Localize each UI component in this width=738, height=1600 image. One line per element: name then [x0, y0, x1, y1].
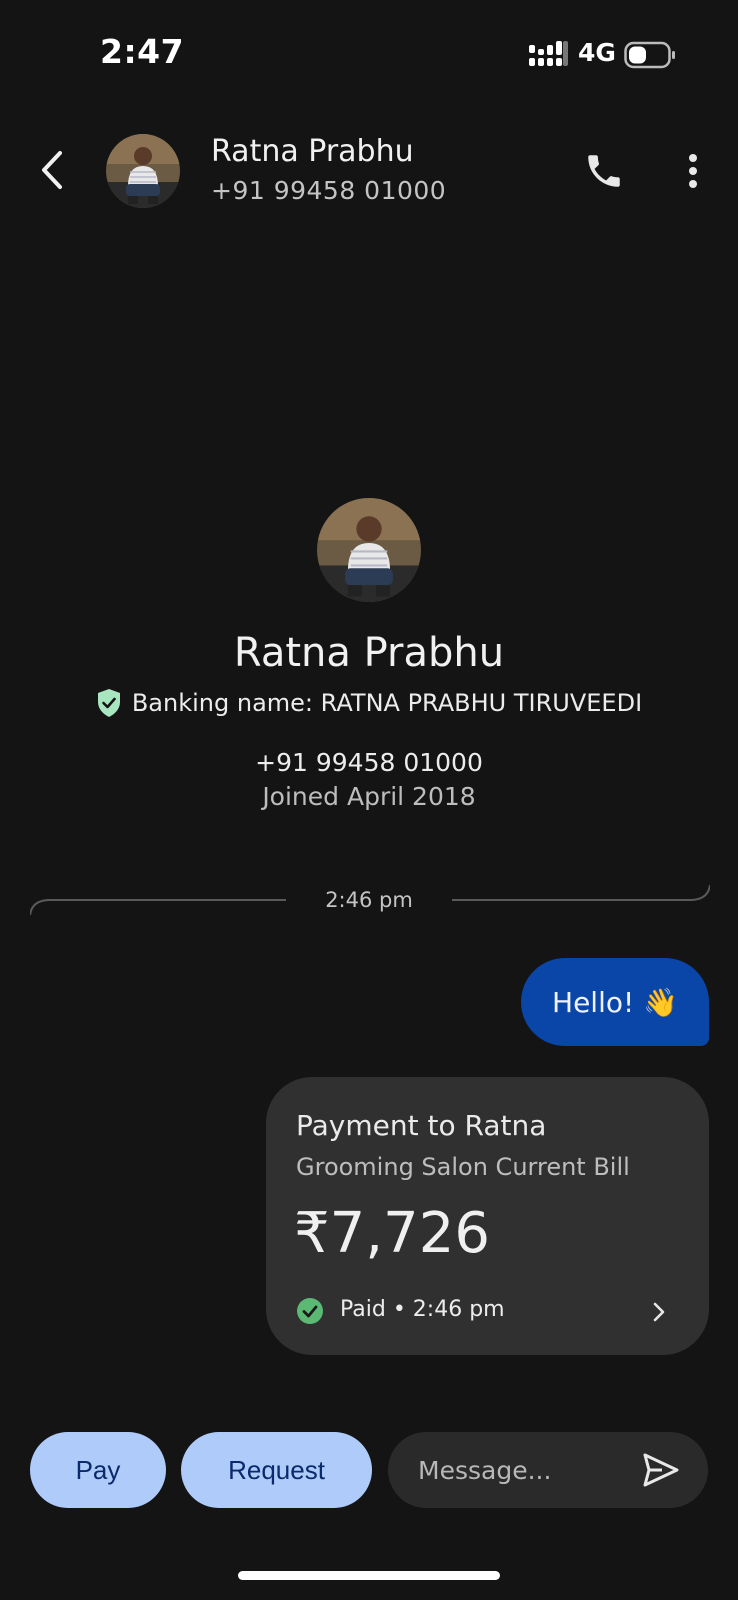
more-icon[interactable]: [684, 150, 702, 192]
divider-timestamp: 2:46 pm: [325, 888, 413, 912]
header-avatar[interactable]: [106, 134, 180, 208]
sent-message-bubble[interactable]: Hello! 👋: [521, 958, 709, 1046]
signal-icon: [529, 41, 568, 66]
profile-name: Ratna Prabhu: [233, 630, 505, 676]
payment-card[interactable]: Payment to Ratna Grooming Salon Current …: [266, 1077, 709, 1355]
profile-avatar: [317, 498, 421, 602]
status-time: 2:47: [100, 32, 185, 71]
banking-name-row: Banking name: RATNA PRABHU TIRUVEEDI: [0, 688, 738, 718]
back-icon[interactable]: [36, 145, 70, 195]
request-button[interactable]: Request: [181, 1432, 372, 1508]
profile-phone: +91 99458 01000: [255, 748, 483, 777]
message-input[interactable]: [416, 1450, 626, 1490]
home-indicator[interactable]: [238, 1571, 500, 1580]
pay-button[interactable]: Pay: [30, 1432, 166, 1508]
message-field[interactable]: [388, 1432, 708, 1508]
payment-note: Grooming Salon Current Bill: [296, 1153, 630, 1181]
send-icon[interactable]: [642, 1452, 680, 1488]
check-circle-icon: [297, 1298, 323, 1324]
shield-check-icon: [97, 689, 120, 717]
network-type: 4G: [578, 38, 616, 67]
joined-date: Joined April 2018: [262, 782, 476, 811]
header-contact-phone: +91 99458 01000: [211, 176, 447, 205]
battery-icon: [624, 41, 675, 69]
payment-status: Paid • 2:46 pm: [340, 1297, 505, 1322]
payment-title: Payment to Ratna: [296, 1109, 547, 1142]
chevron-right-icon[interactable]: [649, 1299, 669, 1325]
header-contact-name: Ratna Prabhu: [211, 134, 414, 169]
payment-amount: ₹7,726: [294, 1201, 490, 1266]
banking-name: Banking name: RATNA PRABHU TIRUVEEDI: [131, 689, 643, 717]
call-icon[interactable]: [583, 150, 625, 192]
